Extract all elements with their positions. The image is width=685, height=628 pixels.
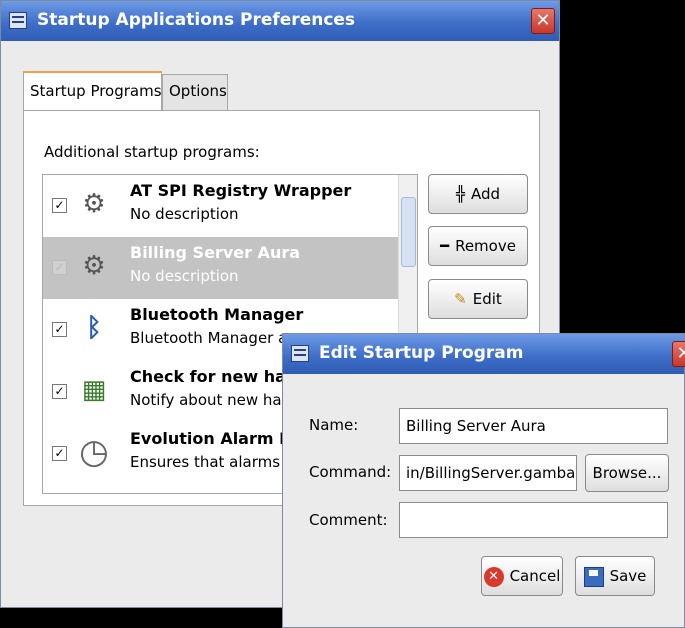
cancel-button[interactable]: ✕ Cancel bbox=[481, 556, 563, 596]
main-close-button[interactable]: ✕ bbox=[531, 8, 555, 34]
additional-programs-label: Additional startup programs: bbox=[44, 143, 260, 161]
program-enabled-checkbox[interactable]: ✓ bbox=[52, 384, 67, 399]
remove-button-label: Remove bbox=[455, 237, 516, 255]
name-field[interactable]: Billing Server Aura bbox=[399, 408, 668, 444]
clock-icon: ◷ bbox=[79, 432, 109, 472]
tab-options-label: Options bbox=[169, 82, 227, 100]
tab-startup-programs-label: Startup Programs bbox=[30, 82, 162, 100]
comment-field[interactable] bbox=[399, 502, 668, 538]
name-label: Name: bbox=[309, 416, 359, 434]
edit-startup-program-dialog: Edit Startup Program ✕ Name: Billing Ser… bbox=[282, 333, 685, 628]
comment-label: Comment: bbox=[309, 511, 388, 529]
cancel-icon: ✕ bbox=[483, 566, 504, 587]
program-description: Bluetooth Manager ap bbox=[130, 329, 297, 347]
command-field[interactable]: in/BillingServer.gambas bbox=[399, 455, 577, 491]
hardware-icon: ▦ bbox=[81, 375, 107, 405]
save-button[interactable]: Save bbox=[575, 556, 655, 596]
dialog-close-button[interactable]: ✕ bbox=[672, 341, 685, 367]
program-enabled-checkbox[interactable]: ✓ bbox=[52, 260, 67, 275]
scrollbar-thumb[interactable] bbox=[401, 197, 416, 267]
program-name: Bluetooth Manager bbox=[130, 305, 304, 324]
list-item[interactable]: ✓ ⚙ AT SPI Registry Wrapper No descripti… bbox=[43, 175, 398, 237]
program-name: AT SPI Registry Wrapper bbox=[130, 181, 352, 200]
main-window-title: Startup Applications Preferences bbox=[37, 10, 356, 30]
program-name: Check for new har bbox=[130, 367, 294, 386]
main-titlebar[interactable]: Startup Applications Preferences ✕ bbox=[1, 1, 559, 41]
dialog-titlebar[interactable]: Edit Startup Program ✕ bbox=[283, 334, 685, 374]
list-item-selected[interactable]: ✓ ⚙ Billing Server Aura No description bbox=[43, 237, 398, 299]
program-enabled-checkbox[interactable]: ✓ bbox=[52, 446, 67, 461]
edit-button[interactable]: ✎ Edit bbox=[428, 279, 528, 319]
browse-button-label: Browse... bbox=[592, 464, 662, 482]
tab-startup-programs[interactable]: Startup Programs bbox=[23, 71, 162, 112]
tab-options[interactable]: Options bbox=[162, 74, 228, 111]
program-enabled-checkbox[interactable]: ✓ bbox=[52, 322, 67, 337]
add-button[interactable]: ╬ Add bbox=[428, 174, 528, 214]
remove-icon: ━ bbox=[440, 237, 450, 255]
program-description: No description bbox=[130, 205, 239, 223]
gears-icon: ⚙ bbox=[82, 251, 106, 281]
remove-button[interactable]: ━ Remove bbox=[428, 226, 528, 266]
program-name: Billing Server Aura bbox=[130, 243, 301, 262]
window-menu-icon[interactable] bbox=[291, 345, 309, 362]
program-name: Evolution Alarm No bbox=[130, 429, 304, 448]
edit-button-label: Edit bbox=[472, 290, 502, 308]
program-description: No description bbox=[130, 267, 239, 285]
save-button-label: Save bbox=[609, 567, 647, 585]
program-enabled-checkbox[interactable]: ✓ bbox=[52, 198, 67, 213]
program-description: Ensures that alarms s bbox=[130, 453, 293, 471]
gears-icon: ⚙ bbox=[82, 189, 106, 219]
command-label: Command: bbox=[309, 463, 392, 481]
program-description: Notify about new har bbox=[130, 391, 288, 409]
cancel-button-label: Cancel bbox=[509, 567, 561, 585]
edit-icon: ✎ bbox=[454, 290, 467, 308]
bluetooth-icon: ᛒ bbox=[86, 313, 102, 343]
save-icon bbox=[583, 566, 604, 587]
window-menu-icon[interactable] bbox=[9, 12, 27, 29]
add-icon: ╬ bbox=[455, 185, 465, 203]
add-button-label: Add bbox=[470, 185, 501, 203]
dialog-title: Edit Startup Program bbox=[319, 343, 524, 363]
browse-button[interactable]: Browse... bbox=[585, 454, 669, 492]
